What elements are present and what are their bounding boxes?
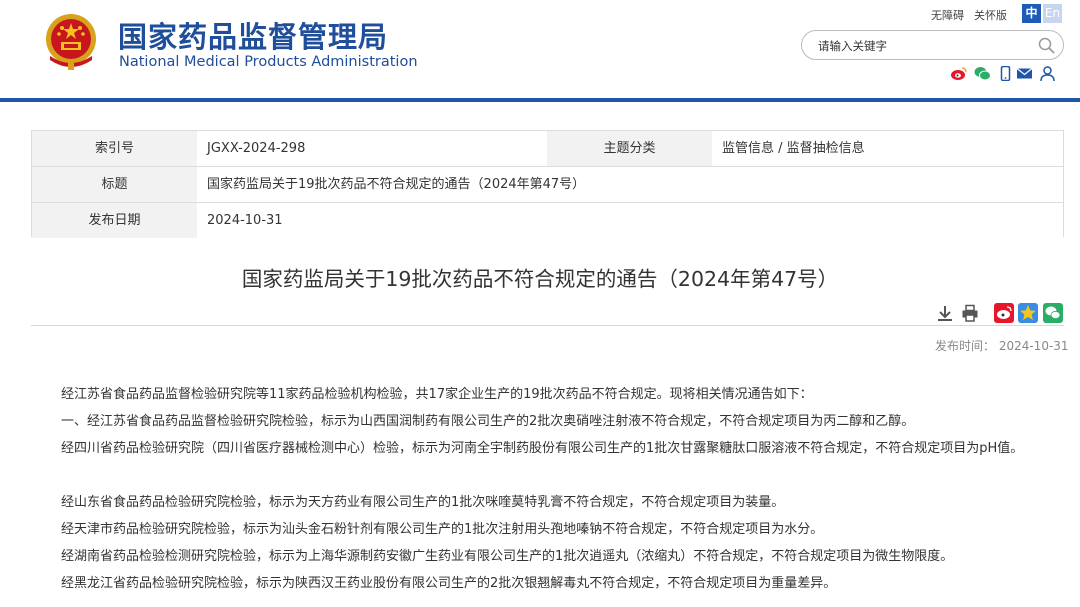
- elder-mode-link[interactable]: 关怀版: [974, 9, 1007, 22]
- accessibility-link[interactable]: 无障碍: [931, 9, 964, 22]
- paragraph: 经湖南省药品检验检测研究院检验，标示为上海华源制药安徽广生药业有限公司生产的1批…: [61, 549, 954, 564]
- category-value: 监管信息 / 监督抽检信息: [712, 131, 1063, 166]
- paragraph: 经山东省食品药品检验研究院检验，标示为天方药业有限公司生产的1批次咪喹莫特乳膏不…: [61, 495, 785, 510]
- title-value: 国家药监局关于19批次药品不符合规定的通告（2024年第47号）: [197, 167, 1063, 202]
- publish-time: 发布时间： 2024-10-31: [935, 339, 1069, 353]
- paragraph: 经黑龙江省药品检验研究院检验，标示为陕西汉王药业股份有限公司生产的2批次银翘解毒…: [61, 576, 837, 591]
- top-links: 无障碍 关怀版: [931, 7, 1017, 23]
- date-value: 2024-10-31: [197, 203, 1063, 238]
- site-subtitle[interactable]: National Medical Products Administration: [119, 54, 418, 70]
- site-title[interactable]: 国家药品监督管理局: [118, 14, 388, 56]
- qzone-share-icon[interactable]: [1018, 303, 1038, 323]
- mail-icon[interactable]: [1016, 66, 1033, 81]
- site-header: 国家药品监督管理局 National Medical Products Admi…: [0, 0, 1080, 100]
- index-value: JGXX-2024-298: [197, 131, 547, 166]
- paragraph: 经四川省药品检验研究院（四川省医疗器械检测中心）检验，标示为河南全宇制药股份有限…: [61, 441, 1024, 456]
- weibo-icon[interactable]: [950, 66, 967, 81]
- metadata-table: 索引号 JGXX-2024-298 主题分类 监管信息 / 监督抽检信息 标题 …: [31, 130, 1064, 238]
- paragraph: 经江苏省食品药品监督检验研究院等11家药品检验机构检验，共17家企业生产的19批…: [61, 387, 813, 402]
- paragraph: 一、经江苏省食品药品监督检验研究院检验，标示为山西国润制药有限公司生产的2批次奥…: [61, 414, 915, 429]
- search-icon[interactable]: [1038, 37, 1055, 54]
- title-divider: [31, 325, 1064, 326]
- title-label: 标题: [32, 167, 197, 202]
- index-label: 索引号: [32, 131, 197, 166]
- article-title: 国家药监局关于19批次药品不符合规定的通告（2024年第47号）: [241, 267, 839, 291]
- weibo-share-icon[interactable]: [994, 303, 1014, 323]
- mobile-icon[interactable]: [997, 66, 1014, 81]
- wechat-share-icon[interactable]: [1043, 303, 1063, 323]
- search-input[interactable]: [818, 37, 1018, 55]
- download-icon[interactable]: [936, 304, 954, 322]
- header-divider: [0, 98, 1080, 102]
- paragraph: 经天津市药品检验研究院检验，标示为汕头金石粉针剂有限公司生产的1批次注射用头孢地…: [61, 522, 824, 537]
- search-box: [801, 30, 1064, 60]
- date-label: 发布日期: [32, 203, 197, 238]
- user-icon[interactable]: [1039, 66, 1056, 81]
- national-emblem-icon[interactable]: [42, 12, 100, 72]
- category-label: 主题分类: [547, 131, 712, 166]
- lang-en-button[interactable]: En: [1043, 4, 1062, 23]
- print-icon[interactable]: [961, 304, 979, 322]
- wechat-icon[interactable]: [974, 66, 991, 81]
- lang-zh-button[interactable]: 中: [1022, 4, 1041, 23]
